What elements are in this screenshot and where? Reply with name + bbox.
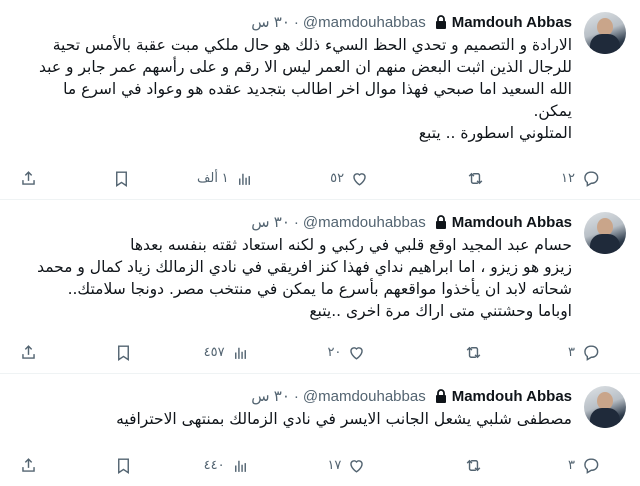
views-button[interactable]: ١ ألف [197,169,254,188]
author-name[interactable]: Mamdouh Abbas [452,214,572,231]
like-icon [350,459,364,473]
like-count: ٥٢ [330,170,345,185]
retweet-button[interactable] [433,343,483,362]
tweet-header: Mamdouh Abbas @mamdouhabbas · ٣٠ س [14,386,572,406]
bookmark-icon [117,457,129,474]
views-icon [234,347,246,359]
lock-icon [434,214,448,230]
tweet-actions: ١٢ ٥٢ ١ ألف [10,161,600,195]
lock-icon [434,388,448,404]
like-button[interactable]: ٢٠ [316,343,366,362]
tweet-text: حسام عبد المجيد اوقع قلبي في ركبي و لكنه… [37,236,572,320]
tweet-header: Mamdouh Abbas @mamdouhabbas · ٣٠ س [14,12,572,32]
like-button[interactable]: ١٧ [316,456,366,475]
retweet-icon [466,346,481,358]
share-button[interactable] [10,456,38,475]
views-icon [234,460,246,472]
retweet-icon [468,172,482,184]
reply-icon [584,170,599,187]
like-icon [353,172,366,186]
separator-dot: · [293,387,299,405]
like-button[interactable]: ٥٢ [319,169,369,188]
avatar[interactable] [584,12,626,54]
share-icon [22,344,35,359]
like-count: ١٧ [327,457,342,472]
views-icon [238,173,250,185]
tweet[interactable]: Mamdouh Abbas @mamdouhabbas · ٣٠ س حسام … [0,200,640,374]
reply-icon [584,457,599,474]
views-button[interactable]: ٤٥٧ [200,343,250,362]
share-button[interactable] [10,169,38,188]
views-button[interactable]: ٤٤٠ [200,456,250,475]
reply-button[interactable]: ١٢ [550,169,600,188]
author-name[interactable]: Mamdouh Abbas [452,14,572,31]
retweet-button[interactable] [433,456,483,475]
tweet-actions: ٣ ١٧ ٤٤٠ [10,448,600,482]
reply-button[interactable]: ٣ [550,343,600,362]
separator-dot: · [293,13,299,31]
bookmark-icon [116,170,128,187]
bookmark-button[interactable] [103,169,131,188]
reply-count: ٣ [568,457,575,472]
author-handle[interactable]: @mamdouhabbas [303,388,426,405]
tweet-text: مصطفى شلبي يشعل الجانب الايسر في نادي ال… [116,410,572,428]
share-icon [22,457,35,472]
reply-count: ٣ [568,344,575,359]
tweet[interactable]: Mamdouh Abbas @mamdouhabbas · ٣٠ س مصطفى… [0,374,640,486]
bookmark-button[interactable] [105,343,133,362]
tweet-header: Mamdouh Abbas @mamdouhabbas · ٣٠ س [14,212,572,232]
author-handle[interactable]: @mamdouhabbas [303,214,426,231]
reply-button[interactable]: ٣ [550,456,600,475]
views-count: ٤٤٠ [203,457,225,472]
reply-count: ١٢ [561,170,575,185]
views-count: ٤٥٧ [203,344,225,359]
tweet-time[interactable]: ٣٠ س [251,213,290,231]
like-count: ٢٠ [327,344,342,359]
author-handle[interactable]: @mamdouhabbas [303,14,426,31]
share-icon [22,170,35,185]
avatar[interactable] [584,386,626,428]
tweet-text: الارادة و التصميم و تحدي الحظ السيء ذلك … [39,36,572,142]
separator-dot: · [293,213,299,231]
reply-icon [584,344,599,361]
like-icon [350,346,364,360]
tweet[interactable]: Mamdouh Abbas @mamdouhabbas · ٣٠ س الارا… [0,0,640,200]
tweet-actions: ٣ ٢٠ ٤٥٧ [10,335,600,369]
lock-icon [434,14,448,30]
tweet-time[interactable]: ٣٠ س [251,13,290,31]
share-button[interactable] [10,343,38,362]
timeline-feed: Mamdouh Abbas @mamdouhabbas · ٣٠ س الارا… [0,0,640,486]
tweet-time[interactable]: ٣٠ س [251,387,290,405]
bookmark-icon [117,344,129,361]
retweet-button[interactable] [435,169,485,188]
avatar[interactable] [584,212,626,254]
bookmark-button[interactable] [105,456,133,475]
author-name[interactable]: Mamdouh Abbas [452,388,572,405]
retweet-icon [466,459,481,471]
views-count: ١ ألف [196,170,229,185]
